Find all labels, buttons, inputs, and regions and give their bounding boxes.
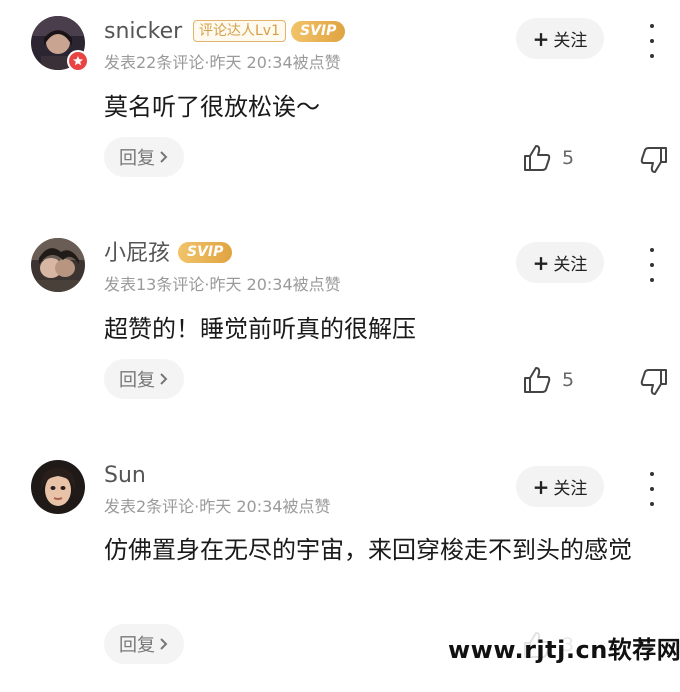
dislike-button[interactable] [639, 368, 669, 400]
avatar[interactable] [31, 460, 85, 514]
comment-meta: 发表22条评论·昨天 20:34被点赞 [104, 53, 341, 72]
svip-badge: SVIP [291, 20, 346, 42]
comment-text: 超赞的！睡觉前听真的很解压 [104, 315, 416, 343]
chevron-right-icon [160, 373, 168, 385]
level-badge: 评论达人Lv1 [193, 20, 286, 42]
dislike-button[interactable] [639, 146, 669, 178]
follow-label: 关注 [553, 31, 588, 51]
more-options-icon[interactable] [642, 248, 662, 282]
avatar[interactable] [31, 16, 89, 72]
plus-icon: + [532, 474, 550, 499]
comment-meta: 发表13条评论·昨天 20:34被点赞 [104, 275, 341, 294]
username[interactable]: 小屁孩 [104, 240, 170, 268]
chevron-right-icon [160, 638, 168, 650]
like-count: 5 [562, 147, 575, 169]
reply-label: 回复 [119, 370, 155, 391]
follow-label: 关注 [553, 255, 588, 275]
avatar-image [31, 238, 85, 292]
thumbs-up-icon [524, 145, 551, 171]
username[interactable]: snicker [104, 18, 182, 46]
more-options-icon[interactable] [642, 24, 662, 58]
reply-button[interactable]: 回复 [104, 359, 184, 399]
thumbs-down-icon [640, 147, 667, 173]
follow-button[interactable]: + 关注 [516, 466, 604, 507]
chevron-right-icon [160, 151, 168, 163]
like-button[interactable]: 5 [522, 144, 574, 172]
plus-icon: + [532, 250, 550, 275]
watermark: www.rjtj.cn软荐网 [444, 630, 680, 665]
reply-button[interactable]: 回复 [104, 137, 184, 177]
follow-button[interactable]: + 关注 [516, 18, 604, 59]
user-badges: 评论达人Lv1 SVIP [193, 20, 346, 42]
plus-icon: + [532, 26, 550, 51]
comment-text: 莫名听了很放松诶～ [104, 93, 320, 121]
more-options-icon[interactable] [642, 472, 662, 506]
like-count: 5 [562, 369, 575, 391]
username[interactable]: Sun [104, 462, 146, 490]
like-button[interactable]: 5 [522, 366, 574, 394]
reply-button[interactable]: 回复 [104, 624, 184, 664]
thumbs-up-icon [524, 367, 551, 393]
avatar[interactable] [31, 238, 85, 292]
follow-button[interactable]: + 关注 [516, 242, 604, 283]
follow-label: 关注 [553, 479, 588, 499]
comment-text: 仿佛置身在无尽的宇宙，来回穿梭走不到头的感觉 [104, 536, 632, 564]
star-badge-icon [67, 50, 89, 72]
reply-label: 回复 [119, 148, 155, 169]
comment-meta: 发表2条评论·昨天 20:34被点赞 [104, 497, 331, 516]
thumbs-down-icon [640, 369, 667, 395]
user-badges: SVIP [178, 242, 233, 263]
avatar-image [31, 460, 85, 514]
svip-badge: SVIP [178, 242, 233, 263]
reply-label: 回复 [119, 635, 155, 656]
